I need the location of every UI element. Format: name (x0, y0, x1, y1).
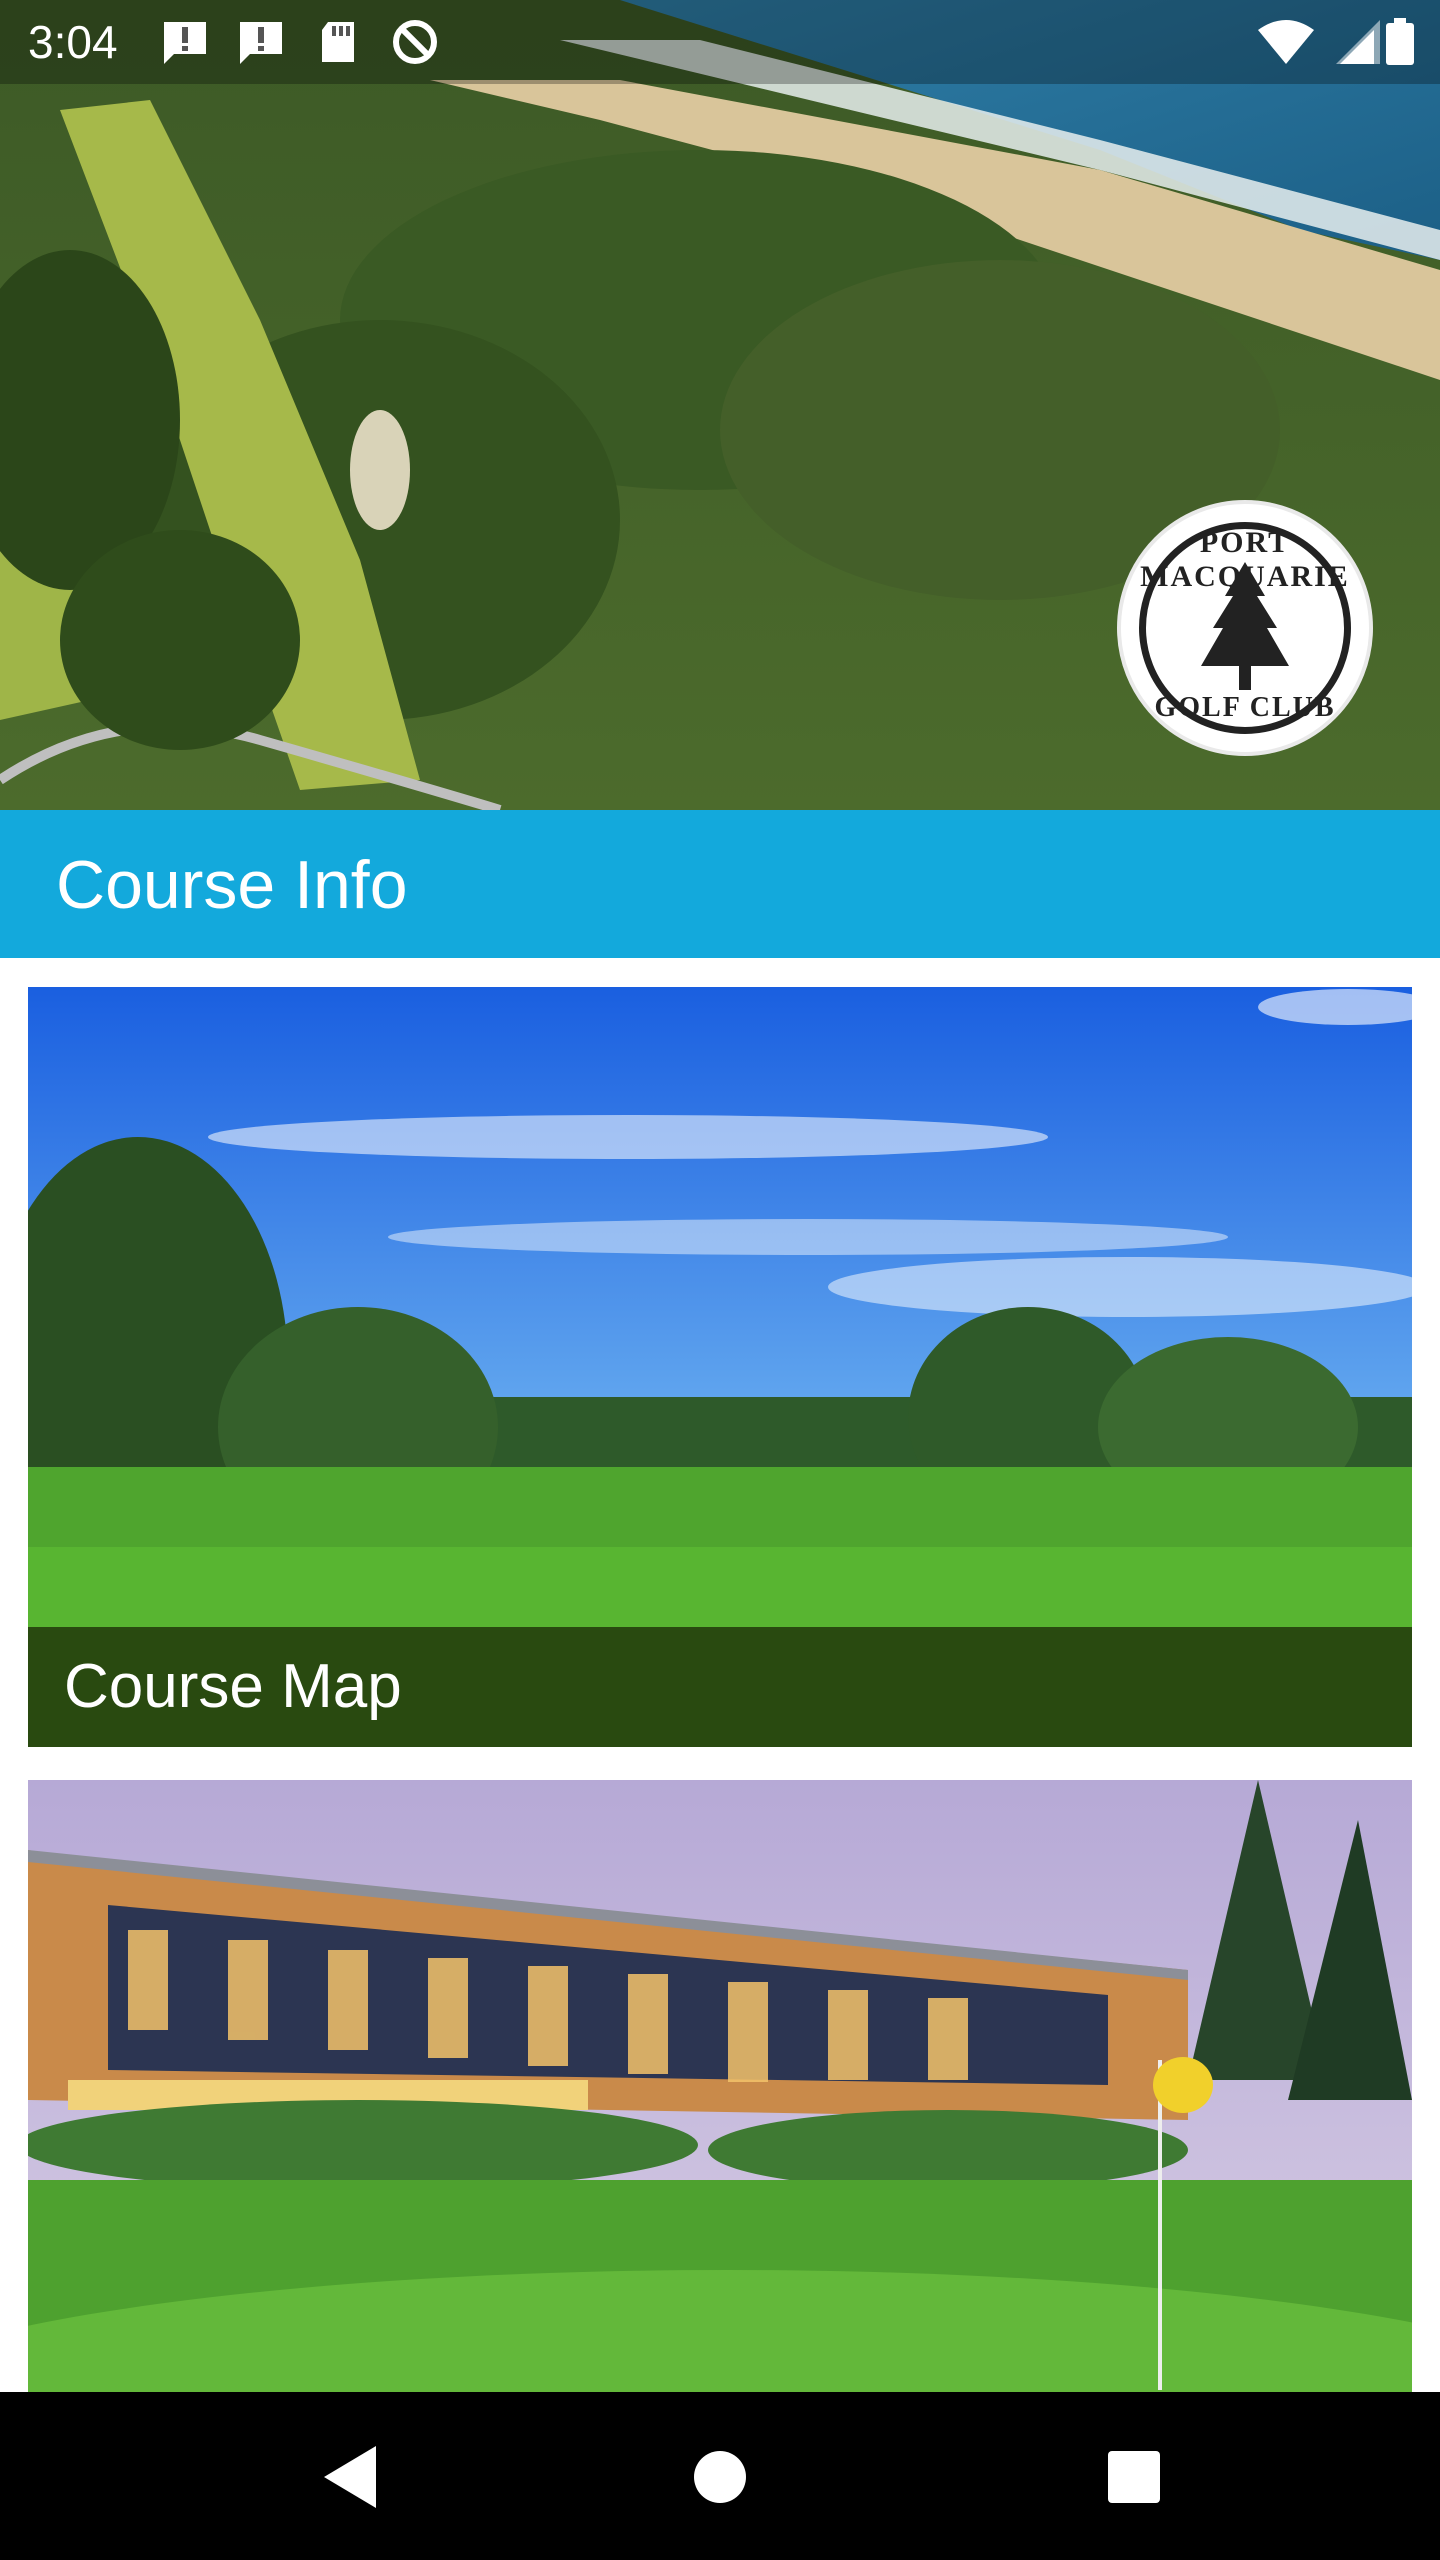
hero-banner: PORT MACQUARIE GOLF CLUB (0, 0, 1440, 810)
back-triangle-icon[interactable] (290, 2432, 410, 2522)
navigation-bar (0, 2392, 1440, 2560)
alert-icon (164, 22, 206, 64)
pine-tree-icon (1201, 562, 1289, 690)
course-map-label: Course Map (64, 1652, 402, 1721)
do-not-disturb-icon (393, 20, 437, 64)
status-bar: 3:04 (0, 0, 1440, 84)
club-logo: PORT MACQUARIE GOLF CLUB (1117, 500, 1373, 756)
alert-icon (240, 22, 282, 64)
status-time: 3:04 (28, 16, 118, 68)
logo-bottom-text: GOLF CLUB (1154, 692, 1336, 723)
section-header: Course Info (0, 810, 1440, 958)
signal-icon (1336, 20, 1380, 64)
course-map-card[interactable]: Course Map (28, 987, 1412, 1747)
section-title: Course Info (56, 847, 408, 923)
wifi-icon (1258, 20, 1314, 64)
clubhouse-image (28, 1780, 1412, 2392)
clubhouse-card[interactable] (28, 1780, 1412, 2392)
recents-square-icon[interactable] (1074, 2432, 1194, 2522)
card-caption: Course Map (28, 1627, 1412, 1747)
home-circle-icon[interactable] (660, 2432, 780, 2522)
battery-icon (1386, 18, 1414, 65)
sd-card-icon (322, 22, 354, 62)
